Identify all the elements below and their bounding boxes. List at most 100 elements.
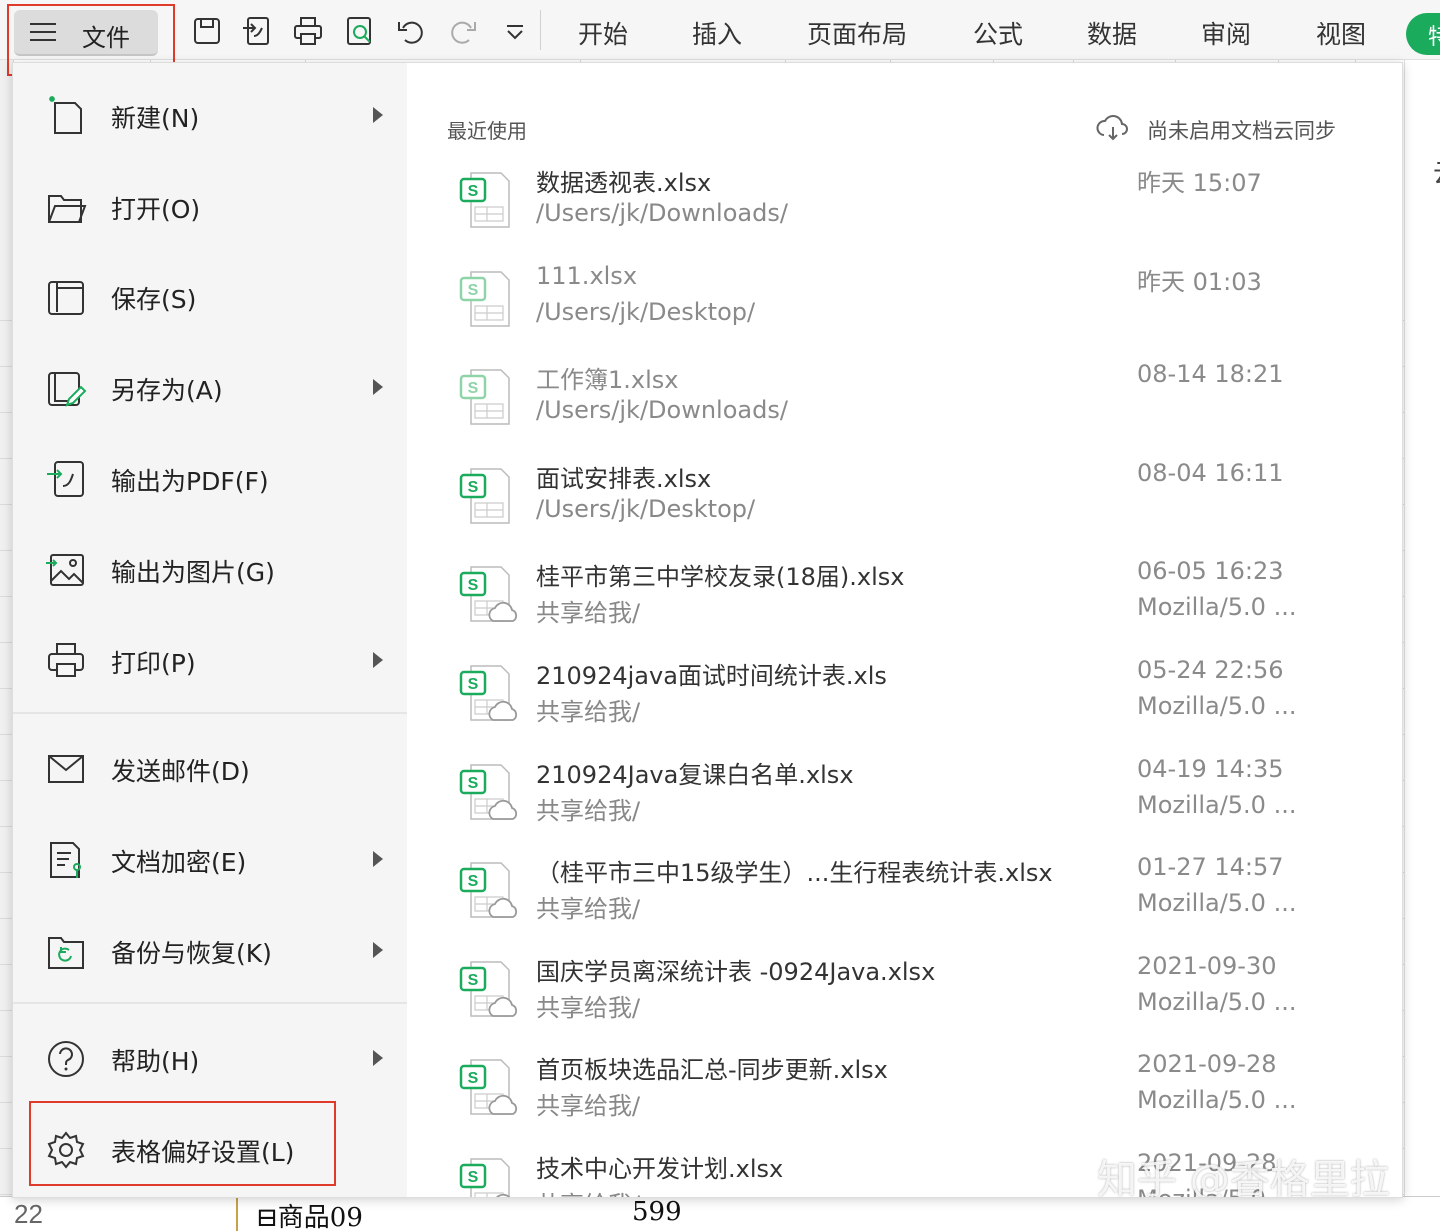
- row-number: 22: [14, 1199, 43, 1229]
- submenu-arrow-icon: [373, 942, 383, 958]
- help-icon: [45, 1038, 87, 1080]
- submenu-arrow-icon: [373, 652, 383, 668]
- file-path: /Users/jk/Desktop/: [536, 494, 756, 523]
- menu-item-backup[interactable]: 备份与恢复(K): [13, 918, 407, 982]
- recent-files-panel: 最近使用 尚未启用文档云同步 S 数据透视表.xlsx/Users/jk/Down…: [407, 63, 1402, 1197]
- file-name: 面试安排表.xlsx: [536, 464, 712, 493]
- svg-text:S: S: [468, 380, 479, 397]
- menu-item-send-mail[interactable]: 发送邮件(D): [13, 736, 407, 800]
- chevron-down-icon[interactable]: [498, 14, 532, 48]
- export-image-icon: [45, 549, 87, 591]
- sheet-cell-value[interactable]: 599: [632, 1197, 682, 1227]
- menu-label: 新建(N): [111, 104, 200, 133]
- file-agent: Mozilla/5.0 ...: [1137, 889, 1297, 918]
- menu-item-save-as[interactable]: 另存为(A): [13, 355, 407, 419]
- sheet-row-22[interactable]: 22 ⊟商品09 599: [0, 1196, 1440, 1231]
- svg-text:S: S: [468, 577, 479, 594]
- menu-item-encrypt[interactable]: 文档加密(E): [13, 827, 407, 891]
- feature-pill-button[interactable]: 特: [1406, 13, 1440, 55]
- svg-text:S: S: [468, 972, 479, 989]
- spreadsheet-file-icon: S: [457, 362, 521, 428]
- print-icon: [45, 640, 87, 682]
- recent-file-row[interactable]: S 111.xlsx/Users/jk/Desktop/昨天 01:03: [447, 262, 1367, 354]
- tab-review[interactable]: 审阅: [1201, 15, 1251, 51]
- recent-files-title: 最近使用: [447, 119, 527, 143]
- recent-file-row[interactable]: S 桂平市第三中学校友录(18届).xlsx 共享给我/06-05 16:23 Moz…: [447, 557, 1367, 649]
- cloud-sync-icon: [1095, 111, 1131, 143]
- svg-text:S: S: [468, 676, 479, 693]
- file-path: 共享给我/: [536, 698, 641, 726]
- recent-file-row[interactable]: S 国庆学员离深统计表 -0924Java.xlsx 共享给我/2021-09-30…: [447, 952, 1367, 1044]
- menu-item-export-image[interactable]: 输出为图片(G): [13, 537, 407, 601]
- file-name: 桂平市第三中学校友录(18届).xlsx: [536, 563, 905, 592]
- right-side-panel: 云: [1404, 58, 1440, 1198]
- recent-file-row[interactable]: S （桂平市三中15级学生）...生行程表统计表.xlsx 共享给我/01-27 1…: [447, 853, 1367, 945]
- spreadsheet-file-icon: S: [457, 757, 521, 823]
- file-name: 数据透视表.xlsx: [536, 169, 712, 197]
- menu-item-export-pdf[interactable]: 输出为PDF(F): [13, 446, 407, 510]
- file-path: /Users/jk/Downloads/: [536, 396, 788, 425]
- cloud-sync-label: 尚未启用文档云同步: [1147, 119, 1336, 143]
- spreadsheet-file-icon: S: [457, 658, 521, 724]
- print-preview-icon[interactable]: [343, 14, 377, 48]
- menu-label: 文档加密(E): [111, 848, 247, 877]
- menu-label: 备份与恢复(K): [111, 939, 272, 968]
- tab-formula[interactable]: 公式: [973, 15, 1023, 51]
- svg-text:S: S: [468, 873, 479, 890]
- file-name: （桂平市三中15级学生）...生行程表统计表.xlsx: [536, 859, 1053, 888]
- spreadsheet-file-icon: S: [457, 461, 521, 527]
- file-path: 共享给我/: [536, 1092, 641, 1121]
- recent-file-row[interactable]: S 工作簿1.xlsx/Users/jk/Downloads/08-14 18:2…: [447, 360, 1367, 452]
- spreadsheet-file-icon: S: [457, 165, 521, 231]
- menu-label: 另存为(A): [111, 376, 223, 405]
- recent-file-row[interactable]: S 首页板块选品汇总-同步更新.xlsx 共享给我/2021-09-28 Mozill…: [447, 1050, 1367, 1142]
- redo-icon[interactable]: [446, 14, 480, 48]
- side-panel-edge-text: 云: [1433, 153, 1440, 190]
- menu-label: 打开(O): [111, 195, 201, 224]
- recent-file-row[interactable]: S 210924java面试时间统计表.xls 共享给我/05-24 22:56 Mo…: [447, 656, 1367, 748]
- save-as-icon: [45, 367, 87, 409]
- file-date: 2021-09-30: [1137, 951, 1277, 980]
- export-pdf-icon[interactable]: [240, 14, 274, 48]
- menu-label: 输出为PDF(F): [111, 467, 269, 496]
- print-icon[interactable]: [291, 14, 325, 48]
- recent-file-row[interactable]: S 210924Java复课白名单.xlsx 共享给我/04-19 14:35 Moz…: [447, 755, 1367, 847]
- sheet-cell-border: [236, 1197, 238, 1231]
- file-agent: Mozilla/5.0 ...: [1137, 593, 1297, 622]
- menu-item-help[interactable]: 帮助(H): [13, 1026, 407, 1090]
- recent-file-row[interactable]: S 数据透视表.xlsx/Users/jk/Downloads/昨天 15:07: [447, 163, 1367, 255]
- menu-label: 打印(P): [111, 649, 196, 678]
- file-date: 04-19 14:35: [1137, 754, 1284, 783]
- encrypt-doc-icon: [45, 839, 87, 881]
- file-name: 210924java面试时间统计表.xls: [536, 662, 887, 690]
- menu-item-save[interactable]: 保存(S): [13, 264, 407, 328]
- tab-home[interactable]: 开始: [578, 15, 628, 51]
- tab-insert[interactable]: 插入: [692, 15, 742, 51]
- export-pdf-icon: [45, 458, 87, 500]
- menu-item-print[interactable]: 打印(P): [13, 628, 407, 692]
- file-name: 技术中心开发计划.xlsx: [536, 1155, 784, 1183]
- spreadsheet-file-icon: S: [457, 559, 521, 625]
- file-path: 共享给我/: [536, 796, 641, 825]
- backup-restore-icon: [45, 930, 87, 972]
- tab-page-layout[interactable]: 页面布局: [807, 15, 907, 51]
- svg-text:S: S: [468, 775, 479, 792]
- recent-file-row[interactable]: S 面试安排表.xlsx/Users/jk/Desktop/08-04 16:11: [447, 459, 1367, 551]
- tab-data[interactable]: 数据: [1087, 15, 1137, 51]
- undo-icon[interactable]: [394, 14, 428, 48]
- file-menu-list: 新建(N) 打开(O) 保存(S) 另存为(A) 输出为PDF(F) 输出为图片…: [13, 63, 407, 1197]
- menu-item-new[interactable]: 新建(N): [13, 83, 407, 147]
- file-menu-panel: 新建(N) 打开(O) 保存(S) 另存为(A) 输出为PDF(F) 输出为图片…: [12, 62, 1403, 1198]
- menu-item-open[interactable]: 打开(O): [13, 174, 407, 238]
- file-date: 昨天 15:07: [1137, 169, 1262, 197]
- new-file-icon: [45, 95, 87, 137]
- file-agent: Mozilla/5.0 ...: [1137, 790, 1297, 819]
- sheet-cell-goods[interactable]: ⊟商品09: [256, 1197, 363, 1231]
- tab-view[interactable]: 视图: [1316, 15, 1366, 51]
- menu-divider: [13, 1002, 407, 1004]
- watermark: 知乎 @香格里拉: [1097, 1157, 1390, 1198]
- file-date: 06-05 16:23: [1137, 557, 1284, 586]
- menu-label: 帮助(H): [111, 1047, 200, 1076]
- file-path: 共享给我/: [536, 599, 641, 628]
- save-icon[interactable]: [190, 14, 224, 48]
